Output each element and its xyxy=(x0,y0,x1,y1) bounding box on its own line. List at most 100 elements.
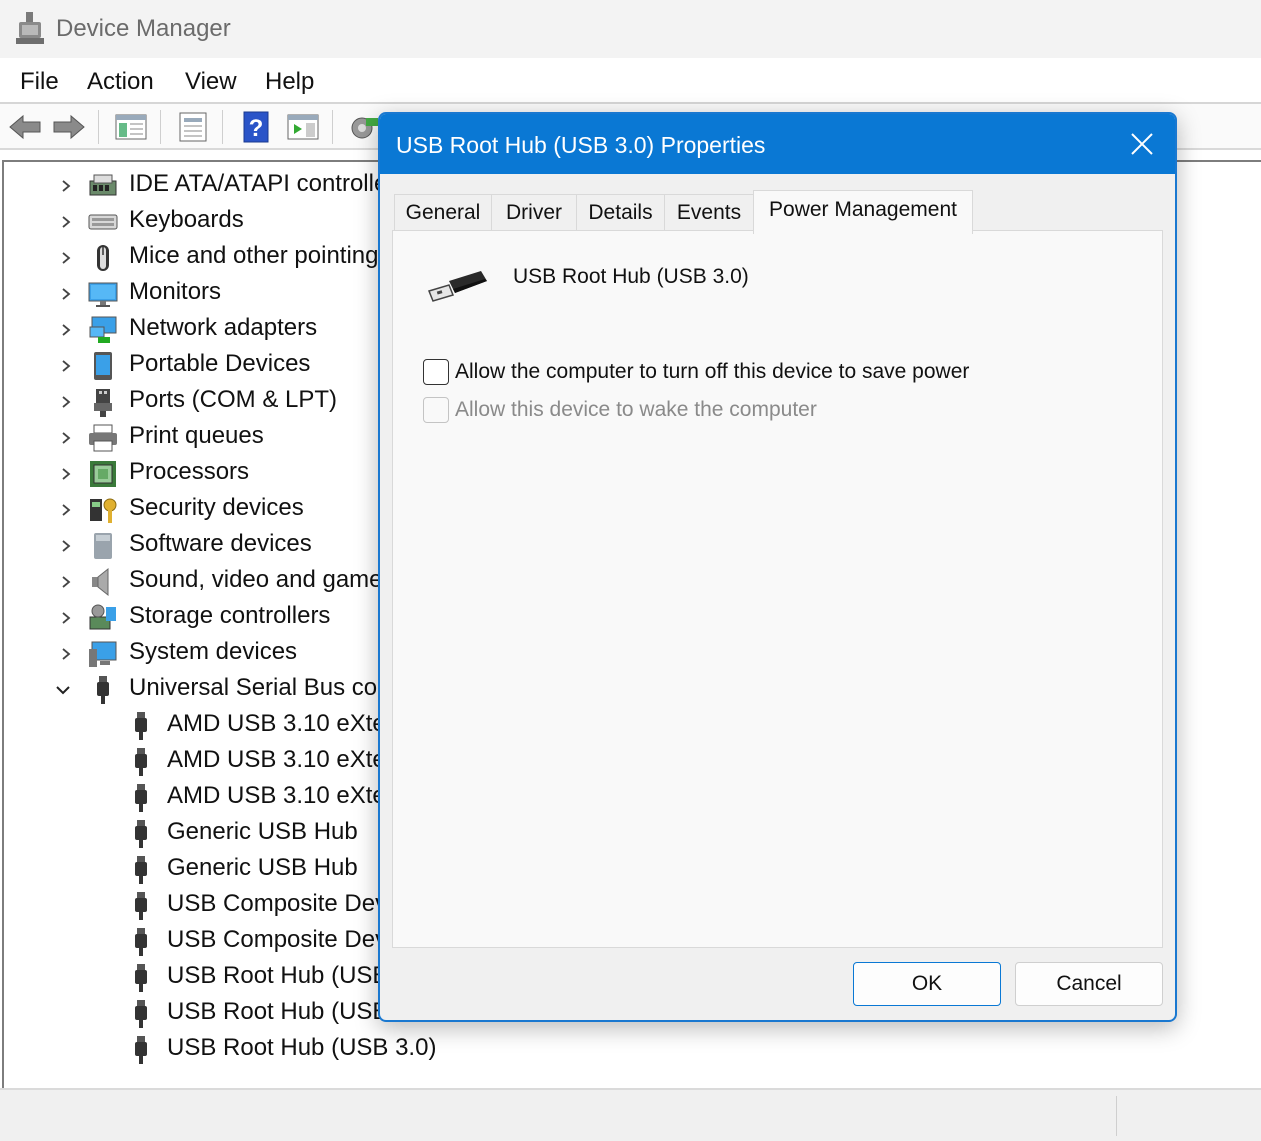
tree-category-label[interactable]: Storage controllers xyxy=(129,602,330,630)
tree-device-label[interactable]: USB Composite Devi xyxy=(167,890,392,918)
tree-category-label[interactable]: Network adapters xyxy=(129,314,317,342)
tree-device-item[interactable]: USB Composite Devi xyxy=(4,888,392,924)
tree-device-item[interactable]: USB Root Hub (USB 3 xyxy=(4,960,408,996)
tree-device-item[interactable]: AMD USB 3.10 eXten xyxy=(4,780,399,816)
close-icon[interactable] xyxy=(1109,114,1175,174)
cancel-button[interactable]: Cancel xyxy=(1015,962,1163,1006)
chevron-right-icon[interactable] xyxy=(60,288,72,300)
chevron-right-icon[interactable] xyxy=(60,612,72,624)
scan-hardware-icon[interactable] xyxy=(346,110,380,144)
tree-category-label[interactable]: Monitors xyxy=(129,278,221,306)
tree-category-sound-video-and-game[interactable]: Sound, video and game xyxy=(4,564,384,600)
system-device-icon xyxy=(88,639,118,669)
tree-category-processors[interactable]: Processors xyxy=(4,456,384,492)
chevron-right-icon[interactable] xyxy=(60,648,72,660)
tree-category-label[interactable]: Ports (COM & LPT) xyxy=(129,386,337,414)
chevron-right-icon[interactable] xyxy=(60,576,72,588)
tree-category-print-queues[interactable]: Print queues xyxy=(4,420,384,456)
back-arrow-icon[interactable] xyxy=(8,110,42,144)
properties-icon[interactable] xyxy=(176,110,210,144)
tree-category-label[interactable]: Print queues xyxy=(129,422,264,450)
tree-category-universal-serial-bus-cont[interactable]: Universal Serial Bus cont xyxy=(4,672,397,708)
show-hide-console-tree-icon[interactable] xyxy=(114,110,148,144)
tree-category-label[interactable]: Keyboards xyxy=(129,206,244,234)
allow-turn-off-label[interactable]: Allow the computer to turn off this devi… xyxy=(455,360,969,384)
help-icon[interactable]: ? xyxy=(240,110,274,144)
usb-icon xyxy=(126,855,156,885)
menu-file[interactable]: File xyxy=(20,68,59,96)
chevron-down-icon[interactable] xyxy=(56,684,70,696)
chevron-right-icon[interactable] xyxy=(60,432,72,444)
device-manager-icon xyxy=(16,12,44,44)
tree-category-label[interactable]: System devices xyxy=(129,638,297,666)
chevron-right-icon[interactable] xyxy=(60,216,72,228)
toolbar-separator xyxy=(332,110,333,144)
chevron-right-icon[interactable] xyxy=(60,504,72,516)
tree-device-label[interactable]: AMD USB 3.10 eXten xyxy=(167,710,399,738)
tree-device-label[interactable]: AMD USB 3.10 eXten xyxy=(167,746,399,774)
storage-controller-icon xyxy=(88,603,118,633)
window-titlebar: Device Manager xyxy=(0,0,1261,58)
usb-connector-icon xyxy=(423,267,489,307)
tree-device-item[interactable]: AMD USB 3.10 eXten xyxy=(4,708,399,744)
tree-category-label[interactable]: Software devices xyxy=(129,530,312,558)
menu-view[interactable]: View xyxy=(185,68,237,96)
tree-device-item[interactable]: USB Root Hub (USB 3.0) xyxy=(4,1032,436,1068)
dialog-titlebar: USB Root Hub (USB 3.0) Properties xyxy=(380,114,1175,174)
tree-device-label[interactable]: USB Composite Devi xyxy=(167,926,392,954)
status-bar xyxy=(0,1088,1261,1141)
tree-category-system-devices[interactable]: System devices xyxy=(4,636,384,672)
tab-general[interactable]: General xyxy=(394,194,492,232)
toolbar-separator xyxy=(98,110,99,144)
tree-device-label[interactable]: USB Root Hub (USB 3 xyxy=(167,962,408,990)
tree-device-item[interactable]: AMD USB 3.10 eXten xyxy=(4,744,399,780)
chevron-right-icon[interactable] xyxy=(60,360,72,372)
ok-button[interactable]: OK xyxy=(853,962,1001,1006)
chevron-right-icon[interactable] xyxy=(60,396,72,408)
tree-category-monitors[interactable]: Monitors xyxy=(4,276,384,312)
tree-category-label[interactable]: IDE ATA/ATAPI controllers xyxy=(129,170,407,198)
tree-device-item[interactable]: USB Composite Devi xyxy=(4,924,392,960)
tree-category-portable-devices[interactable]: Portable Devices xyxy=(4,348,384,384)
tree-device-label[interactable]: USB Root Hub (USB 3 xyxy=(167,998,408,1026)
tree-device-label[interactable]: Generic USB Hub xyxy=(167,818,358,846)
toolbar-separator xyxy=(222,110,223,144)
tree-category-security-devices[interactable]: Security devices xyxy=(4,492,384,528)
tab-driver[interactable]: Driver xyxy=(491,194,577,232)
allow-turn-off-checkbox[interactable] xyxy=(423,359,449,385)
action-pane-icon[interactable] xyxy=(286,110,320,144)
tree-category-label[interactable]: Portable Devices xyxy=(129,350,310,378)
tree-category-ports-com-lpt[interactable]: Ports (COM & LPT) xyxy=(4,384,384,420)
tree-category-keyboards[interactable]: Keyboards xyxy=(4,204,384,240)
menu-help[interactable]: Help xyxy=(265,68,314,96)
tree-category-network-adapters[interactable]: Network adapters xyxy=(4,312,384,348)
usb-icon xyxy=(126,891,156,921)
forward-arrow-icon[interactable] xyxy=(52,110,86,144)
tree-category-storage-controllers[interactable]: Storage controllers xyxy=(4,600,384,636)
tree-category-label[interactable]: Mice and other pointing xyxy=(129,242,379,270)
chevron-right-icon[interactable] xyxy=(60,540,72,552)
chevron-right-icon[interactable] xyxy=(60,252,72,264)
tree-device-item[interactable]: Generic USB Hub xyxy=(4,816,384,852)
tree-category-label[interactable]: Sound, video and game xyxy=(129,566,383,594)
tree-device-label[interactable]: Generic USB Hub xyxy=(167,854,358,882)
tree-category-software-devices[interactable]: Software devices xyxy=(4,528,384,564)
tree-device-label[interactable]: USB Root Hub (USB 3.0) xyxy=(167,1034,436,1062)
tab-power-management[interactable]: Power Management xyxy=(753,190,973,234)
usb-icon xyxy=(126,1035,156,1065)
menu-action[interactable]: Action xyxy=(87,68,154,96)
tree-device-item[interactable]: USB Root Hub (USB 3 xyxy=(4,996,408,1032)
chevron-right-icon[interactable] xyxy=(60,468,72,480)
tree-category-label[interactable]: Processors xyxy=(129,458,249,486)
tree-category-label[interactable]: Universal Serial Bus cont xyxy=(129,674,397,702)
tree-category-label[interactable]: Security devices xyxy=(129,494,304,522)
tree-device-label[interactable]: AMD USB 3.10 eXten xyxy=(167,782,399,810)
tree-device-item[interactable]: Generic USB Hub xyxy=(4,852,384,888)
tree-category-mice-and-other-pointing[interactable]: Mice and other pointing xyxy=(4,240,384,276)
chevron-right-icon[interactable] xyxy=(60,180,72,192)
tree-category-ide-ata-atapi-controllers[interactable]: IDE ATA/ATAPI controllers xyxy=(4,168,407,204)
tab-details[interactable]: Details xyxy=(576,194,665,232)
usb-icon xyxy=(126,711,156,741)
chevron-right-icon[interactable] xyxy=(60,324,72,336)
tab-events[interactable]: Events xyxy=(664,194,754,232)
